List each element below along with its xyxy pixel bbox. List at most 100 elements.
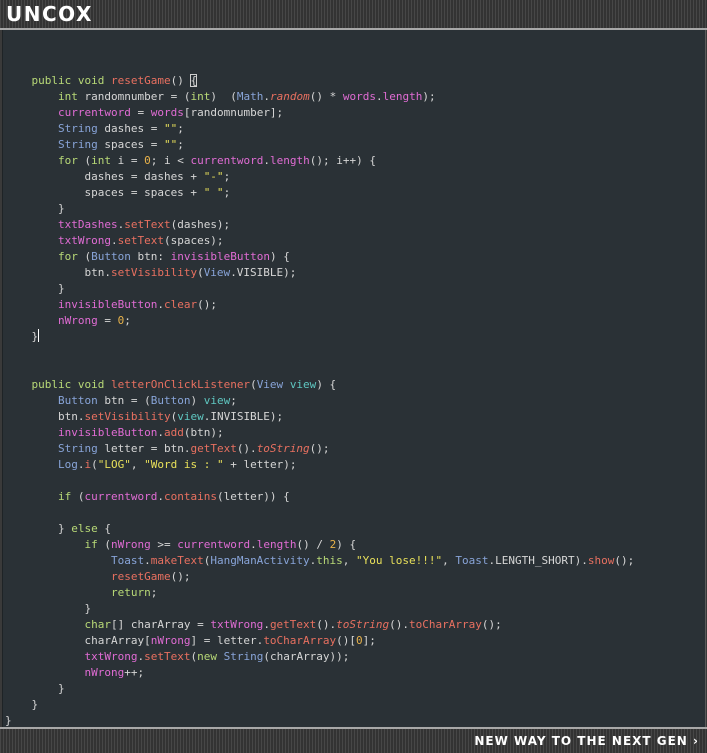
code-token: ();	[170, 570, 191, 583]
code-line: Log.i("LOG", "Word is : " + letter);	[5, 457, 634, 473]
code-token: .	[375, 90, 383, 103]
code-line: if (nWrong >= currentword.length() / 2) …	[5, 537, 634, 553]
code-line: int randomnumber = (int) (Math.random() …	[5, 89, 634, 105]
code-token: ();	[309, 442, 330, 455]
code-line: }	[5, 201, 634, 217]
code-token: .	[110, 234, 118, 247]
code-token: + letter);	[223, 458, 297, 471]
code-line: charArray[nWrong] = letter.toCharArray()…	[5, 633, 634, 649]
code-token: " "	[203, 186, 224, 199]
code-token: Math	[236, 90, 264, 103]
code-token: (	[77, 250, 92, 263]
code-line: txtDashes.setText(dashes);	[5, 217, 634, 233]
code-line: return;	[5, 585, 634, 601]
code-token: randomnumber = (	[77, 90, 191, 103]
code-token: .	[157, 490, 164, 503]
code-token: ;	[223, 186, 231, 199]
code-token: ) {	[316, 378, 337, 391]
code-token: );	[422, 90, 436, 103]
code-token: "LOG"	[97, 458, 131, 471]
code-token: random	[269, 90, 310, 103]
code-token: [] charArray =	[110, 618, 211, 631]
code-token: }	[5, 682, 65, 695]
code-token: currentword	[57, 106, 131, 119]
code-token: Button	[91, 250, 131, 263]
code-token: .	[263, 618, 270, 631]
code-line: char[] charArray = txtWrong.getText().to…	[5, 617, 634, 633]
code-token: )	[190, 394, 204, 407]
code-token: ] = letter.	[190, 634, 264, 647]
site-logo[interactable]: UNCOX	[6, 1, 93, 27]
tagline-text: NEW WAY TO THE NEXT GEN	[474, 734, 688, 748]
code-token: ;	[230, 394, 237, 407]
code-token: length	[382, 90, 423, 103]
code-token: (dashes);	[170, 218, 231, 231]
code-line: nWrong = 0;	[5, 313, 634, 329]
code-line: String dashes = "";	[5, 121, 634, 137]
code-token: ; i <	[150, 154, 191, 167]
code-token: }	[5, 282, 65, 295]
code-token: ,	[442, 554, 456, 567]
code-token: makeText	[150, 554, 204, 567]
code-token: nWrong	[150, 634, 191, 647]
code-token: i =	[110, 154, 145, 167]
code-token: toCharArray	[263, 634, 337, 647]
code-token: (	[77, 154, 92, 167]
code-token: else	[71, 522, 98, 535]
code-token: "You lose!!!"	[356, 554, 443, 567]
code-token: int	[57, 90, 78, 103]
code-token: (); i++) {	[309, 154, 376, 167]
code-token: (letter)) {	[216, 490, 290, 503]
code-token: ().	[236, 442, 257, 455]
code-token: if	[84, 538, 98, 551]
code-token: (	[71, 490, 85, 503]
code-line: txtWrong.setText(spaces);	[5, 233, 634, 249]
code-token: =	[130, 106, 151, 119]
code-token: currentword	[84, 490, 158, 503]
code-token: char	[84, 618, 111, 631]
tagline-link[interactable]: NEW WAY TO THE NEXT GEN ›	[474, 732, 699, 750]
code-token: contains	[163, 490, 217, 503]
code-token: ,	[342, 554, 357, 567]
code-token: }	[5, 714, 12, 727]
code-token: .INVISIBLE);	[203, 410, 284, 423]
code-token: Toast	[110, 554, 145, 567]
code-token: () *	[309, 90, 343, 103]
code-token: view	[177, 410, 204, 423]
matched-bracket: {	[190, 74, 198, 87]
code-token: HangManActivity	[210, 554, 310, 567]
code-token: invisibleButton	[57, 298, 158, 311]
code-editor[interactable]: public void resetGame() { int randomnumb…	[2, 30, 706, 727]
code-token: words	[342, 90, 376, 103]
chevron-right-icon: ›	[693, 734, 699, 748]
code-line: public void resetGame() {	[5, 73, 634, 89]
code-line: btn.setVisibility(View.VISIBLE);	[5, 265, 634, 281]
code-token: letterOnClickListener	[110, 378, 251, 391]
code-token: [randomnumber];	[183, 106, 284, 119]
code-token: view	[289, 378, 317, 391]
code-token: =	[97, 314, 118, 327]
code-token: String	[57, 122, 98, 135]
code-token: .	[144, 554, 151, 567]
code-token: ();	[197, 298, 217, 311]
code-token: (	[197, 266, 204, 279]
code-token: length	[269, 154, 310, 167]
code-token: ;	[124, 314, 131, 327]
code-token: (charArray));	[263, 650, 350, 663]
code-token: if	[57, 490, 72, 503]
code-token: show	[587, 554, 615, 567]
code-token: Button	[57, 394, 98, 407]
code-token: .	[157, 426, 164, 439]
code-token: ) {	[269, 250, 290, 263]
code-token: .	[250, 538, 257, 551]
code-token: ""	[163, 138, 178, 151]
